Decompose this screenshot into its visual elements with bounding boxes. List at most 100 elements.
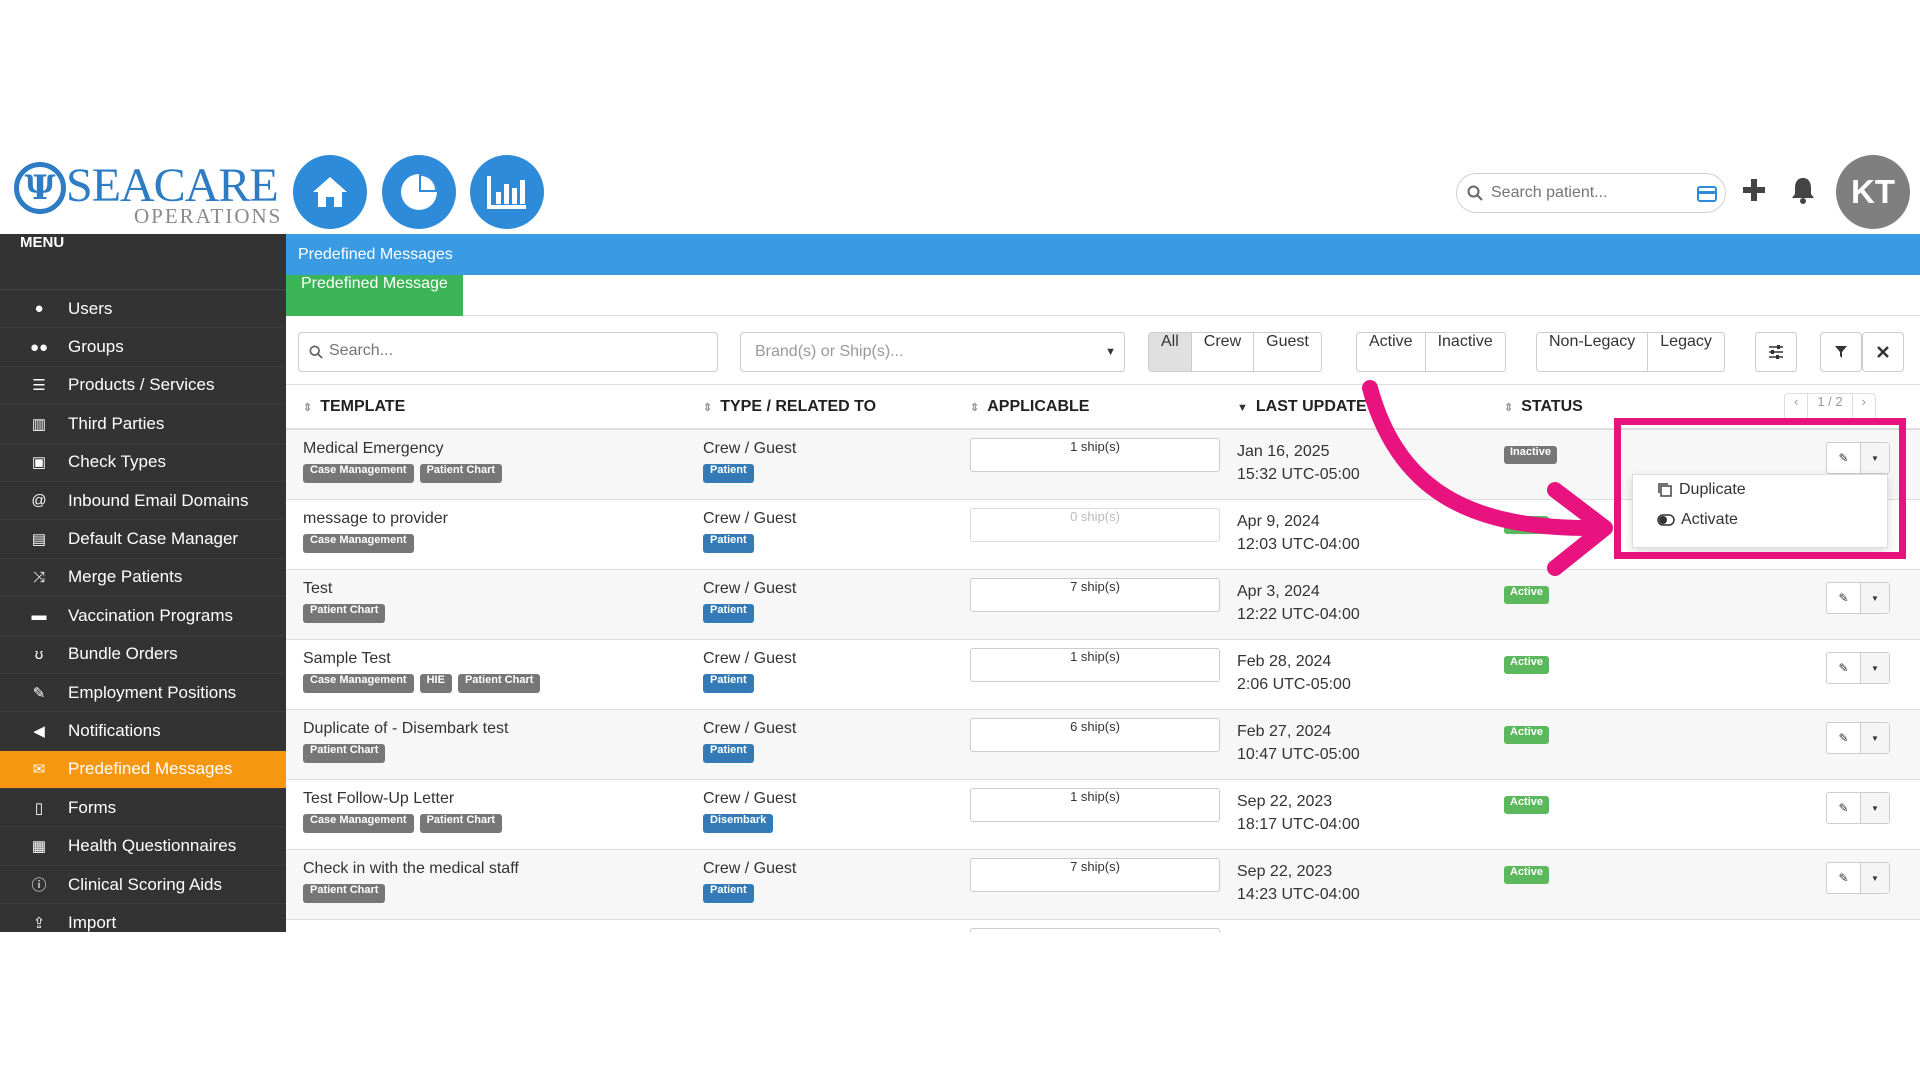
patient-search[interactable]	[1456, 173, 1726, 213]
ships-button[interactable]: 6 ship(s)	[970, 718, 1220, 752]
table-row[interactable]: Duplicate of - Disembark test Patient Ch…	[286, 710, 1920, 780]
template-tags: Case Management Patient Chart	[303, 814, 503, 833]
sidebar-item-products-services[interactable]: ☰ Products / Services	[0, 367, 286, 406]
update-date: Sep 22, 2023	[1237, 793, 1333, 810]
brand-ship-select[interactable]: Brand(s) or Ship(s)... ▼	[740, 332, 1125, 372]
template-name[interactable]: Medical Emergency	[303, 440, 444, 458]
menu-item-duplicate[interactable]: Duplicate	[1633, 475, 1887, 505]
sidebar-item-label: Products / Services	[68, 375, 215, 395]
bell-icon[interactable]	[1790, 176, 1816, 204]
sidebar-item-notifications[interactable]: ◀ Notifications	[0, 712, 286, 751]
col-status[interactable]: ⇕ STATUS	[1504, 398, 1583, 416]
col-last-update[interactable]: ▼ LAST UPDATE	[1237, 398, 1367, 416]
card-scan-icon[interactable]	[1697, 186, 1717, 202]
template-name[interactable]: message to provider	[303, 510, 448, 528]
template-name[interactable]: Test Follow-Up Letter	[303, 790, 454, 808]
actions-dropdown-toggle[interactable]: ▼	[1861, 863, 1889, 893]
sidebar-item-label: Forms	[68, 797, 117, 817]
template-search[interactable]	[298, 332, 718, 372]
sidebar-item-predefined-messages[interactable]: ✉ Predefined Messages	[0, 750, 286, 790]
template-tags: Case Management Patient Chart	[303, 464, 503, 483]
ships-button[interactable]: 7 ship(s)	[970, 578, 1220, 612]
merge-icon: ⤨	[32, 568, 45, 586]
edit-button[interactable]: ✎	[1827, 793, 1861, 823]
sidebar-item-label: Predefined Messages	[68, 759, 233, 779]
home-button[interactable]	[293, 155, 367, 229]
edit-button[interactable]: ✎	[1827, 863, 1861, 893]
seacare-logo[interactable]: Ψ SEACARE OPERATIONS	[14, 156, 280, 228]
edit-button[interactable]: ✎	[1827, 653, 1861, 683]
sidebar-item-health-questionnaires[interactable]: ▦ Health Questionnaires	[0, 827, 286, 866]
sidebar-item-vaccination-programs[interactable]: ▬ Vaccination Programs	[0, 597, 286, 636]
ships-button[interactable]: 0 ship(s)	[970, 508, 1220, 542]
sidebar-item-import[interactable]: ⇪ Import	[0, 904, 286, 932]
edit-button[interactable]: ✎	[1827, 443, 1861, 473]
filter-crew-button[interactable]: Crew	[1191, 333, 1255, 371]
col-template[interactable]: ⇕ TEMPLATE	[303, 398, 405, 416]
filter-button[interactable]	[1820, 332, 1862, 372]
template-name[interactable]: Test	[303, 580, 332, 598]
dashboard-button[interactable]	[382, 155, 456, 229]
filter-guest-button[interactable]: Guest	[1254, 333, 1321, 371]
add-icon[interactable]	[1742, 178, 1766, 202]
sidebar-item-bundle-orders[interactable]: ʊ Bundle Orders	[0, 636, 286, 674]
table-row[interactable]: Test Follow-Up Letter Case Management Pat…	[286, 780, 1920, 850]
user-avatar[interactable]: KT	[1836, 155, 1910, 229]
col-type[interactable]: ⇕ TYPE / RELATED TO	[703, 398, 876, 416]
tab-predefined-message[interactable]: Predefined Message	[286, 275, 463, 316]
sidebar-item-check-types[interactable]: ▣ Check Types	[0, 444, 286, 482]
sidebar-item-merge-patients[interactable]: ⤨ Merge Patients	[0, 559, 286, 598]
ships-button[interactable]: 1 ship(s)	[970, 438, 1220, 472]
brand-ship-placeholder: Brand(s) or Ship(s)...	[755, 343, 904, 360]
filter-legacy-button[interactable]: Legacy	[1648, 333, 1724, 371]
filter-active-button[interactable]: Active	[1357, 333, 1426, 371]
table-row[interactable]: Sample Test Case Management HIE Patient Ch…	[286, 640, 1920, 710]
sidebar-item-label: Check Types	[68, 452, 166, 472]
filter-non-legacy-button[interactable]: Non-Legacy	[1537, 333, 1649, 371]
column-settings-button[interactable]	[1755, 332, 1797, 372]
last-update: Apr 3, 2024 12:22 UTC-04:00	[1237, 580, 1360, 626]
actions-dropdown-toggle[interactable]: ▼	[1861, 653, 1889, 683]
actions-dropdown-toggle[interactable]: ▼	[1861, 583, 1889, 613]
menu-item-activate[interactable]: Activate	[1633, 505, 1887, 535]
sidebar-item-employment-positions[interactable]: ✎ Employment Positions	[0, 674, 286, 713]
template-name[interactable]: Sample Test	[303, 650, 391, 668]
sidebar-item-clinical-scoring-aids[interactable]: ⓘ Clinical Scoring Aids	[0, 866, 286, 905]
template-name[interactable]: Check in with the medical staff	[303, 860, 519, 878]
actions-dropdown-toggle[interactable]: ▼	[1861, 443, 1889, 473]
next-page-button[interactable]: ›	[1853, 394, 1875, 422]
ships-button[interactable]: 7 ship(s)	[970, 858, 1220, 892]
col-applicable[interactable]: ⇕ APPLICABLE	[970, 398, 1089, 416]
ships-button[interactable]	[970, 928, 1220, 932]
sidebar-item-users[interactable]: ● Users	[0, 290, 286, 329]
ships-button[interactable]: 1 ship(s)	[970, 648, 1220, 682]
sidebar-item-default-case-manager[interactable]: ▤ Default Case Manager	[0, 520, 286, 559]
table-row[interactable]: Check in with the medical staff Patient …	[286, 850, 1920, 920]
patient-search-input[interactable]	[1491, 182, 1691, 204]
clear-filters-button[interactable]	[1862, 332, 1904, 372]
edit-button[interactable]: ✎	[1827, 583, 1861, 613]
actions-dropdown-toggle[interactable]: ▼	[1861, 793, 1889, 823]
actions-dropdown-toggle[interactable]: ▼	[1861, 723, 1889, 753]
edit-button[interactable]: ✎	[1827, 723, 1861, 753]
update-date: Sep 22, 2023	[1237, 863, 1333, 880]
filter-inactive-button[interactable]: Inactive	[1425, 333, 1505, 371]
type-text: Crew / Guest	[703, 860, 797, 877]
table-row[interactable]	[286, 920, 1920, 932]
envelope-icon: ✉	[32, 761, 46, 779]
prev-page-button[interactable]: ‹	[1785, 394, 1809, 422]
status-badge: Inactive	[1504, 446, 1557, 464]
id-card-icon: ▤	[31, 531, 47, 549]
reports-button[interactable]	[470, 155, 544, 229]
sidebar-item-third-parties[interactable]: ▥ Third Parties	[0, 405, 286, 444]
sidebar-item-inbound-email-domains[interactable]: @ Inbound Email Domains	[0, 482, 286, 521]
sidebar-item-forms[interactable]: ▯ Forms	[0, 789, 286, 828]
filter-all-button[interactable]: All	[1149, 333, 1192, 371]
sidebar-item-groups[interactable]: ●● Groups	[0, 328, 286, 367]
last-update: Feb 28, 2024 2:06 UTC-05:00	[1237, 650, 1351, 696]
template-name[interactable]: Duplicate of - Disembark test	[303, 720, 508, 738]
status-badge: Active	[1504, 796, 1550, 814]
table-row[interactable]: Test Patient Chart Crew / Guest Patient 7…	[286, 570, 1920, 640]
ships-button[interactable]: 1 ship(s)	[970, 788, 1220, 822]
template-search-input[interactable]	[329, 342, 709, 360]
